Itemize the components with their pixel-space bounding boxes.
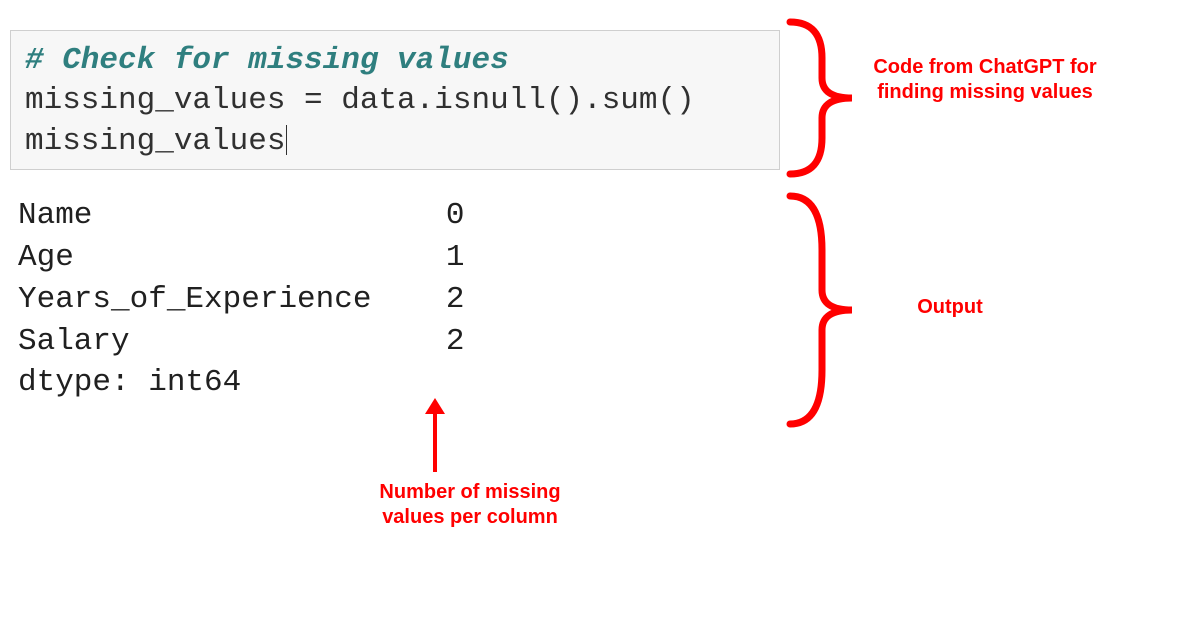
code-cell[interactable]: # Check for missing values missing_value…	[10, 30, 780, 170]
output-value: 2	[446, 282, 465, 317]
text-cursor	[286, 125, 287, 155]
annotation-output: Output	[870, 295, 1030, 320]
output-row: Name 0	[18, 195, 465, 237]
code-line-2: missing_values	[25, 122, 765, 162]
output-dtype: dtype: int64	[18, 362, 465, 404]
code-comment: # Check for missing values	[25, 41, 765, 81]
output-row: Age 1	[18, 237, 465, 279]
output-block: Name 0 Age 1 Years_of_Experience 2 Salar…	[18, 195, 465, 404]
output-row: Salary 2	[18, 321, 465, 363]
output-value: 0	[446, 198, 465, 233]
output-value: 2	[446, 324, 465, 359]
output-pad	[74, 240, 446, 275]
output-label: Name	[18, 198, 92, 233]
output-pad	[371, 282, 445, 317]
brace-icon	[782, 18, 862, 178]
arrow-up-icon	[433, 412, 437, 472]
annotation-missing: Number of missing values per column	[360, 480, 580, 530]
output-row: Years_of_Experience 2	[18, 279, 465, 321]
output-value: 1	[446, 240, 465, 275]
output-pad	[92, 198, 445, 233]
code-line-1: missing_values = data.isnull().sum()	[25, 81, 765, 121]
annotation-code: Code from ChatGPT for finding missing va…	[870, 55, 1100, 105]
brace-icon	[782, 190, 862, 430]
output-label: Salary	[18, 324, 130, 359]
output-pad	[130, 324, 446, 359]
code-line-2-text: missing_values	[25, 124, 285, 159]
output-label: Age	[18, 240, 74, 275]
output-label: Years_of_Experience	[18, 282, 371, 317]
